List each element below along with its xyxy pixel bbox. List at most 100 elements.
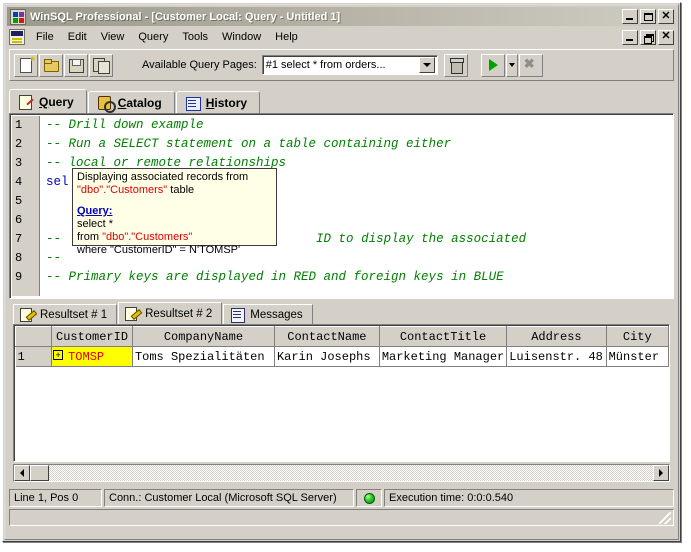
query-pages-combobox[interactable]: #1 select * from orders... [261,55,438,75]
history-list-icon [185,95,201,111]
maximize-icon [644,13,653,21]
mdi-minimize-button[interactable] [622,29,638,45]
run-play-icon [485,57,501,73]
application-window-inner: WinSQL Professional - [Customer Local: Q… [4,4,679,540]
mdi-child-icon[interactable] [9,29,25,45]
tab-resultset-1[interactable]: Resultset # 1 [13,304,118,324]
green-status-led-icon [363,492,375,504]
scroll-right-button[interactable] [653,465,669,481]
mdi-restore-button[interactable] [640,29,656,45]
tab-query[interactable]: Query [9,89,87,113]
table-header-row: CustomerID CompanyName ContactName Conta… [14,326,669,347]
column-header-city[interactable]: City [605,326,669,347]
query-pages-value: #1 select * from orders... [265,59,386,71]
chevron-down-icon[interactable] [418,57,435,73]
menu-item-file[interactable]: File [29,29,61,45]
line-number: 5 [15,194,23,208]
line-number: 2 [15,137,23,151]
save-all-button[interactable] [89,53,113,77]
column-header-customerid[interactable]: CustomerID [51,326,133,347]
tab-history[interactable]: History [175,91,261,113]
line-number: 4 [15,175,23,189]
run-query-button[interactable] [480,53,505,77]
trash-can-icon [448,57,464,74]
main-tab-strip: Query Catalog History [9,89,674,113]
open-button[interactable] [39,53,63,77]
cell-contactname[interactable]: Karin Josephs [274,346,380,367]
row-number[interactable]: 1 [15,346,53,367]
resize-grip-icon[interactable] [659,512,671,524]
main-toolbar: Available Query Pages: #1 select * from … [9,49,674,81]
menu-item-tools[interactable]: Tools [175,29,215,45]
cell-companyname[interactable]: Toms Spezialitäten [132,346,275,367]
mdi-window-controls: ✕ [622,29,676,45]
scrollbar-thumb[interactable] [30,465,49,481]
run-options-dropdown[interactable] [505,53,518,77]
save-button[interactable] [64,53,88,77]
open-folder-icon [43,57,59,73]
code-line: -- Run a SELECT statement on a table con… [46,137,452,151]
save-all-icon [93,57,110,74]
column-header-contacttitle[interactable]: ContactTitle [378,326,508,347]
minimize-icon [626,18,633,20]
close-button[interactable]: ✕ [658,9,674,24]
tab-resultset-2[interactable]: Resultset # 2 [118,302,223,324]
expand-plus-icon[interactable]: + [53,350,64,360]
stop-query-button[interactable] [518,53,543,77]
menu-item-query[interactable]: Query [131,29,175,45]
new-query-button[interactable] [14,53,38,77]
window-title: WinSQL Professional - [Customer Local: Q… [30,10,341,23]
tooltip-query-line-2: from "dbo"."Customers" [77,231,193,243]
status-bar-secondary [9,509,674,526]
results-grid[interactable]: CustomerID CompanyName ContactName Conta… [13,324,670,462]
table-row[interactable]: 1 + TOMSP Toms Spezialitäten Karin Josep… [15,346,669,367]
drill-down-tooltip: Displaying associated records from "dbo"… [72,168,277,256]
status-bar: Line 1, Pos 0 Conn.: Customer Local (Mic… [9,489,674,507]
minimize-icon [626,38,633,41]
grid-horizontal-scrollbar[interactable] [13,464,670,482]
tab-resultset-2-label: Resultset # 2 [145,307,213,320]
scrollbar-track[interactable] [30,465,653,481]
winsql-app-icon [10,8,26,25]
tooltip-query-line-1: select * [77,218,114,230]
catalog-search-icon [97,95,116,113]
mdi-close-button[interactable]: ✕ [658,29,674,45]
tab-resultset-1-label: Resultset # 1 [40,308,108,321]
column-header-contactname[interactable]: ContactName [273,326,380,347]
cell-contacttitle[interactable]: Marketing Manager [379,346,508,367]
cell-address[interactable]: Luisenstr. 48 [506,346,607,367]
results-table: CustomerID CompanyName ContactName Conta… [14,326,669,367]
delete-query-page-button[interactable] [443,53,468,77]
tab-history-label: History [205,95,248,110]
tooltip-query-line-3: where "CustomerID" = N'TOMSP' [77,244,241,256]
title-bar[interactable]: WinSQL Professional - [Customer Local: Q… [7,7,676,26]
menu-item-edit[interactable]: Edit [61,29,94,45]
tooltip-query-header: Query: [77,205,113,217]
menu-item-view[interactable]: View [94,29,132,45]
cell-customerid[interactable]: + TOMSP [51,346,133,367]
tab-catalog-label: Catalog [117,95,162,110]
cell-city[interactable]: Münster [606,346,669,367]
line-number: 3 [15,156,23,170]
tab-catalog[interactable]: Catalog [87,91,175,113]
column-header-companyname[interactable]: CompanyName [131,326,275,347]
menu-item-window[interactable]: Window [215,29,268,45]
line-number-gutter: 1 2 3 4 5 6 7 8 9 [12,116,40,296]
new-document-icon [18,54,35,73]
application-window: WinSQL Professional - [Customer Local: Q… [2,2,681,542]
close-icon: ✕ [661,30,671,42]
tooltip-table-name: "dbo"."Customers" [77,184,168,196]
restore-icon [644,33,654,44]
scroll-left-button[interactable] [14,465,30,481]
stop-cancel-icon [523,56,539,73]
column-header-rownum[interactable] [14,326,53,347]
menu-item-help[interactable]: Help [268,29,305,45]
maximize-button[interactable] [640,9,656,24]
tooltip-spacer [77,197,272,205]
minimize-button[interactable] [622,9,638,24]
column-header-address[interactable]: Address [506,326,607,347]
tab-messages[interactable]: Messages [223,304,313,324]
line-number: 1 [15,118,23,132]
code-line: -- Primary keys are displayed in RED and… [46,270,504,284]
result-tab-strip: Resultset # 1 Resultset # 2 Messages [13,302,670,324]
